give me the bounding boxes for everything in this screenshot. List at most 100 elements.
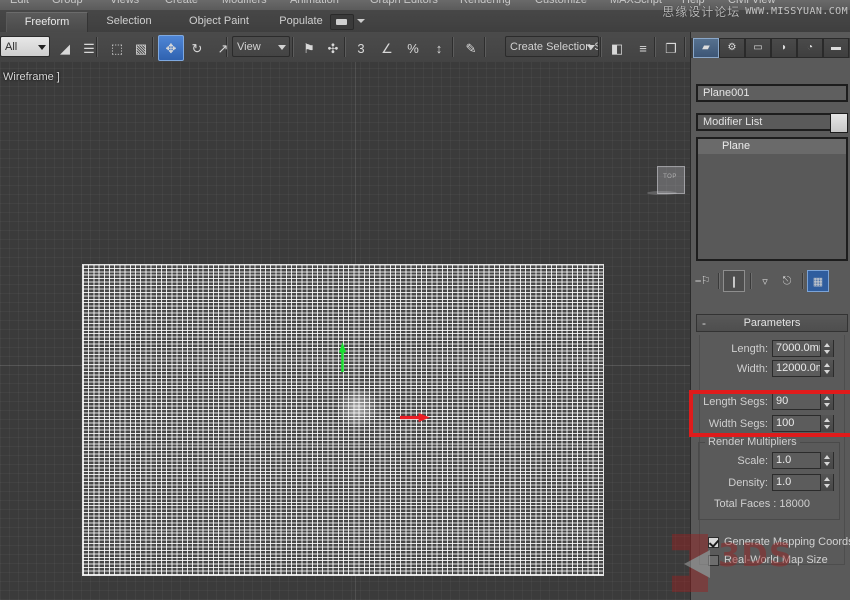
selection-filter-value: All <box>5 41 17 53</box>
selection-filter-combo[interactable]: All <box>0 36 50 57</box>
make-unique-icon[interactable]: ▿ <box>755 271 775 291</box>
parameters-rollout-header[interactable]: - Parameters <box>696 314 848 332</box>
modifier-list-dropdown[interactable]: Modifier List <box>696 113 848 131</box>
modify-icon: ⚙ <box>728 43 737 53</box>
select-by-name-icon: ☰ <box>77 36 101 60</box>
menu-item-edit[interactable]: Edit <box>10 0 29 6</box>
reference-coordinate-value: View <box>237 41 261 53</box>
window-crossing-toggle-icon: ▧ <box>129 36 153 60</box>
motion-tab[interactable]: ◗ <box>771 38 797 58</box>
remove-modifier-icon[interactable]: ⎋ <box>777 271 797 291</box>
mirror-button[interactable]: ◧ <box>604 35 630 61</box>
hierarchy-icon: ▭ <box>753 43 762 53</box>
real-world-map-size-checkbox[interactable]: Real-World Map Size <box>708 553 828 567</box>
modifier-list-button[interactable] <box>830 113 848 133</box>
checkbox-checked-icon[interactable] <box>708 537 719 548</box>
view-cube-face[interactable] <box>657 166 685 194</box>
menu-item-group[interactable]: Group <box>52 0 83 6</box>
spinner-arrows-icon[interactable] <box>820 393 833 410</box>
select-by-name-button[interactable]: ☰ <box>76 35 102 61</box>
modifier-stack[interactable]: Plane <box>696 137 848 261</box>
use-pivot-point-center-button[interactable]: ⚑ <box>296 35 322 61</box>
menu-item-animation[interactable]: Animation <box>290 0 339 6</box>
window-crossing-toggle-button[interactable]: ▧ <box>128 35 154 61</box>
select-and-manipulate-button[interactable]: ✣ <box>320 35 346 61</box>
select-and-move-button[interactable]: ✥ <box>158 35 184 61</box>
density-value: 1.0 <box>776 475 820 490</box>
hierarchy-tab[interactable]: ▭ <box>745 38 771 58</box>
3ds-max-window: Edit Group Views Create Modifiers Animation Gr… <box>0 0 850 600</box>
spinner-snap-toggle-button[interactable]: ↕ <box>426 35 452 61</box>
select-and-rotate-icon: ↻ <box>185 36 209 60</box>
watermark-url-text: WWW.MISSYUAN.COM <box>745 6 848 17</box>
display-tab[interactable]: ◔ <box>797 38 823 58</box>
spinner-arrows-icon[interactable] <box>820 474 833 491</box>
pin-stack-icon[interactable]: ⎯⚐ <box>693 271 713 291</box>
length-segs-spinner[interactable]: 90 <box>772 393 834 410</box>
ribbon-tab-selection[interactable]: Selection <box>86 12 172 31</box>
motion-icon: ◗ <box>781 43 787 53</box>
modifier-list-label: Modifier List <box>703 116 762 128</box>
length-label: Length: <box>731 340 768 358</box>
layer-manager-button[interactable]: ❐ <box>658 35 684 61</box>
spinner-arrows-icon[interactable] <box>820 415 833 432</box>
generate-mapping-coords-checkbox[interactable]: Generate Mapping Coords. <box>708 535 850 549</box>
display-icon: ◔ <box>807 43 813 53</box>
snaps-toggle-button[interactable]: 3 <box>348 35 374 61</box>
width-segs-spinner[interactable]: 100 <box>772 415 834 432</box>
density-label: Density: <box>728 474 768 492</box>
ribbon-tab-object-paint[interactable]: Object Paint <box>172 12 266 31</box>
angle-snap-toggle-button[interactable]: ∠ <box>374 35 400 61</box>
select-object-button[interactable]: ◢ <box>52 35 78 61</box>
select-and-scale-button[interactable]: ↗ <box>210 35 236 61</box>
modifier-stack-item-plane[interactable]: Plane <box>698 139 846 154</box>
modify-tab[interactable]: ⚙ <box>719 38 745 58</box>
menu-item-create[interactable]: Create <box>165 0 198 6</box>
selection-highlight-glow <box>335 387 380 429</box>
object-name-field[interactable]: Plane001 <box>696 84 848 102</box>
configure-modifier-sets-icon[interactable]: ▦ <box>807 270 829 292</box>
width-label: Width: <box>737 360 768 378</box>
parameters-rollout-title: Parameters <box>697 315 847 331</box>
align-button[interactable]: ≡ <box>630 35 656 61</box>
viewport-label[interactable]: Wireframe ] <box>3 71 60 83</box>
percent-snap-toggle-button[interactable]: % <box>400 35 426 61</box>
select-and-rotate-button[interactable]: ↻ <box>184 35 210 61</box>
watermark-chinese-text: 思缘设计论坛 <box>662 3 740 20</box>
menu-item-modifiers[interactable]: Modifiers <box>222 0 267 6</box>
perspective-viewport[interactable]: Wireframe ] TOP <box>0 62 690 600</box>
view-cube[interactable]: TOP <box>657 162 687 196</box>
density-row: Density: 1.0 <box>700 474 838 492</box>
rectangular-selection-region-icon: ⬚ <box>105 36 129 60</box>
select-and-scale-icon: ↗ <box>211 36 235 60</box>
menu-item-views[interactable]: Views <box>110 0 139 6</box>
density-spinner[interactable]: 1.0 <box>772 474 834 491</box>
show-end-result-icon[interactable]: ❙ <box>723 270 745 292</box>
scale-spinner[interactable]: 1.0 <box>772 452 834 469</box>
chevron-down-icon[interactable] <box>357 19 365 23</box>
spinner-arrows-icon[interactable] <box>820 340 833 357</box>
menu-item-maxscript[interactable]: MAXScript <box>610 0 662 6</box>
generate-mapping-coords-label: Generate Mapping Coords. <box>724 536 850 548</box>
select-object-icon: ◢ <box>53 36 77 60</box>
named-selection-set-combo[interactable]: Create Selection Set <box>505 36 599 57</box>
width-spinner[interactable]: 12000.0m <box>772 360 834 377</box>
rectangular-selection-region-button[interactable]: ⬚ <box>104 35 130 61</box>
ribbon-tab-freeform[interactable]: Freeform <box>6 12 88 32</box>
spinner-arrows-icon[interactable] <box>820 360 833 377</box>
edit-named-selection-sets-button[interactable]: ✎ <box>458 35 484 61</box>
named-selection-set-value: Create Selection Set <box>510 41 599 53</box>
spinner-snap-toggle-icon: ↕ <box>427 36 451 60</box>
spinner-arrows-icon[interactable] <box>820 452 833 469</box>
menu-item-graph-editors[interactable]: Graph Editors <box>370 0 438 6</box>
menu-item-rendering[interactable]: Rendering <box>460 0 511 6</box>
utilities-tab[interactable]: ▬ <box>823 38 849 58</box>
create-tab[interactable]: ▰ <box>693 38 719 58</box>
percent-snap-toggle-icon: % <box>401 36 425 60</box>
length-spinner[interactable]: 7000.0mm <box>772 340 834 357</box>
ribbon-tab-populate[interactable]: Populate <box>266 12 336 31</box>
view-cube-label: TOP <box>657 174 683 180</box>
reference-coordinate-system-combo[interactable]: View <box>232 36 290 57</box>
checkbox-unchecked-icon[interactable] <box>708 555 719 566</box>
menu-item-customize[interactable]: Customize <box>535 0 587 6</box>
